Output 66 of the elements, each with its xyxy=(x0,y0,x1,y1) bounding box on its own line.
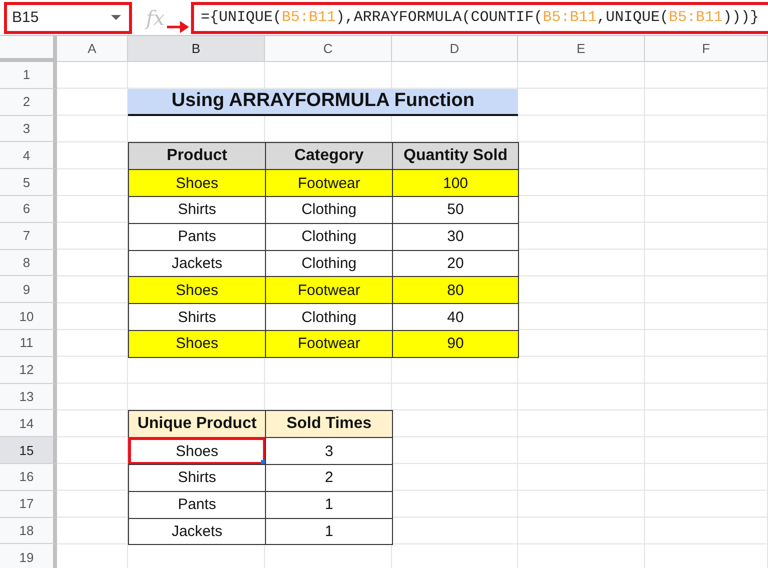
row-header[interactable]: 7 xyxy=(0,222,57,250)
row-header[interactable]: 15 xyxy=(0,437,57,464)
table-cell: 1 xyxy=(265,518,393,546)
table-cell: Clothing xyxy=(265,303,393,331)
fx-label: fx xyxy=(146,6,165,30)
name-box[interactable]: B15 xyxy=(4,2,132,34)
row-header[interactable]: 6 xyxy=(0,196,57,223)
table-cell: 3 xyxy=(265,437,393,465)
table-cell: Pants xyxy=(128,490,266,519)
table-cell: 100 xyxy=(392,169,519,197)
table-cell: Clothing xyxy=(265,250,393,278)
table-cell: 2 xyxy=(265,464,393,492)
table-cell: 50 xyxy=(392,196,519,224)
table-cell: Shirts xyxy=(128,464,266,492)
column-header[interactable]: F xyxy=(645,36,768,62)
table-cell: Clothing xyxy=(265,196,393,224)
column-header[interactable]: B xyxy=(128,36,265,62)
table-cell: Shirts xyxy=(128,196,266,224)
header-cell: Product xyxy=(128,142,266,170)
row-header[interactable]: 3 xyxy=(0,116,57,142)
table-cell: Shirts xyxy=(128,303,266,331)
header-cell: Sold Times xyxy=(265,410,393,438)
table-cell: 80 xyxy=(392,276,519,304)
row-header[interactable]: 9 xyxy=(0,276,57,304)
table-cell: Pants xyxy=(128,222,266,251)
row-header[interactable]: 18 xyxy=(0,518,57,544)
header-cell: Quantity Sold xyxy=(392,142,519,170)
table-cell: Shoes xyxy=(128,330,266,358)
table-cell: 30 xyxy=(392,222,519,251)
table-cell: Footwear xyxy=(265,169,393,197)
row-header[interactable]: 12 xyxy=(0,356,57,384)
table-cell: 1 xyxy=(265,490,393,519)
caret-icon xyxy=(111,14,121,20)
row-header[interactable]: 19 xyxy=(0,544,57,568)
row-header[interactable]: 16 xyxy=(0,464,57,491)
table-cell: Shoes xyxy=(128,276,266,304)
table-cell: Clothing xyxy=(265,222,393,251)
row-header[interactable]: 4 xyxy=(0,142,57,170)
row-header[interactable]: 2 xyxy=(0,88,57,116)
table-cell: Shoes xyxy=(128,169,266,197)
table-cell: Footwear xyxy=(265,276,393,304)
formula-field[interactable]: ={UNIQUE(B5:B11),ARRAYFORMULA(COUNTIF(B5:B11,UNIQUE(B5:B11)))} xyxy=(190,2,768,34)
column-header[interactable]: E xyxy=(518,36,645,62)
table-cell: 20 xyxy=(392,250,519,278)
row-header[interactable]: 10 xyxy=(0,303,57,330)
title-cell: Using ARRAYFORMULA Function xyxy=(128,88,518,116)
formula-text: ={UNIQUE(B5:B11),ARRAYFORMULA(COUNTIF(B5:B11,UNIQUE(B5:B11)))} xyxy=(200,9,759,26)
cell-reference: B15 xyxy=(12,9,39,26)
row-header[interactable]: 13 xyxy=(0,384,57,410)
table-cell: 90 xyxy=(392,330,519,358)
row-header[interactable]: 14 xyxy=(0,410,57,438)
column-header[interactable]: D xyxy=(392,36,518,62)
row-header[interactable]: 8 xyxy=(0,250,57,276)
arrow-icon xyxy=(166,20,189,32)
header-cell: Unique Product xyxy=(128,410,266,438)
table-cell: Jackets xyxy=(128,250,266,278)
column-header[interactable]: C xyxy=(265,36,392,62)
row-header[interactable]: 11 xyxy=(0,330,57,357)
column-header[interactable]: A xyxy=(57,36,128,62)
table-cell: 40 xyxy=(392,303,519,331)
row-header[interactable]: 1 xyxy=(0,62,57,89)
header-cell: Category xyxy=(265,142,393,170)
table-cell: Jackets xyxy=(128,518,266,546)
row-header[interactable]: 5 xyxy=(0,169,57,196)
row-header[interactable]: 17 xyxy=(0,490,57,518)
table-cell: Footwear xyxy=(265,330,393,358)
